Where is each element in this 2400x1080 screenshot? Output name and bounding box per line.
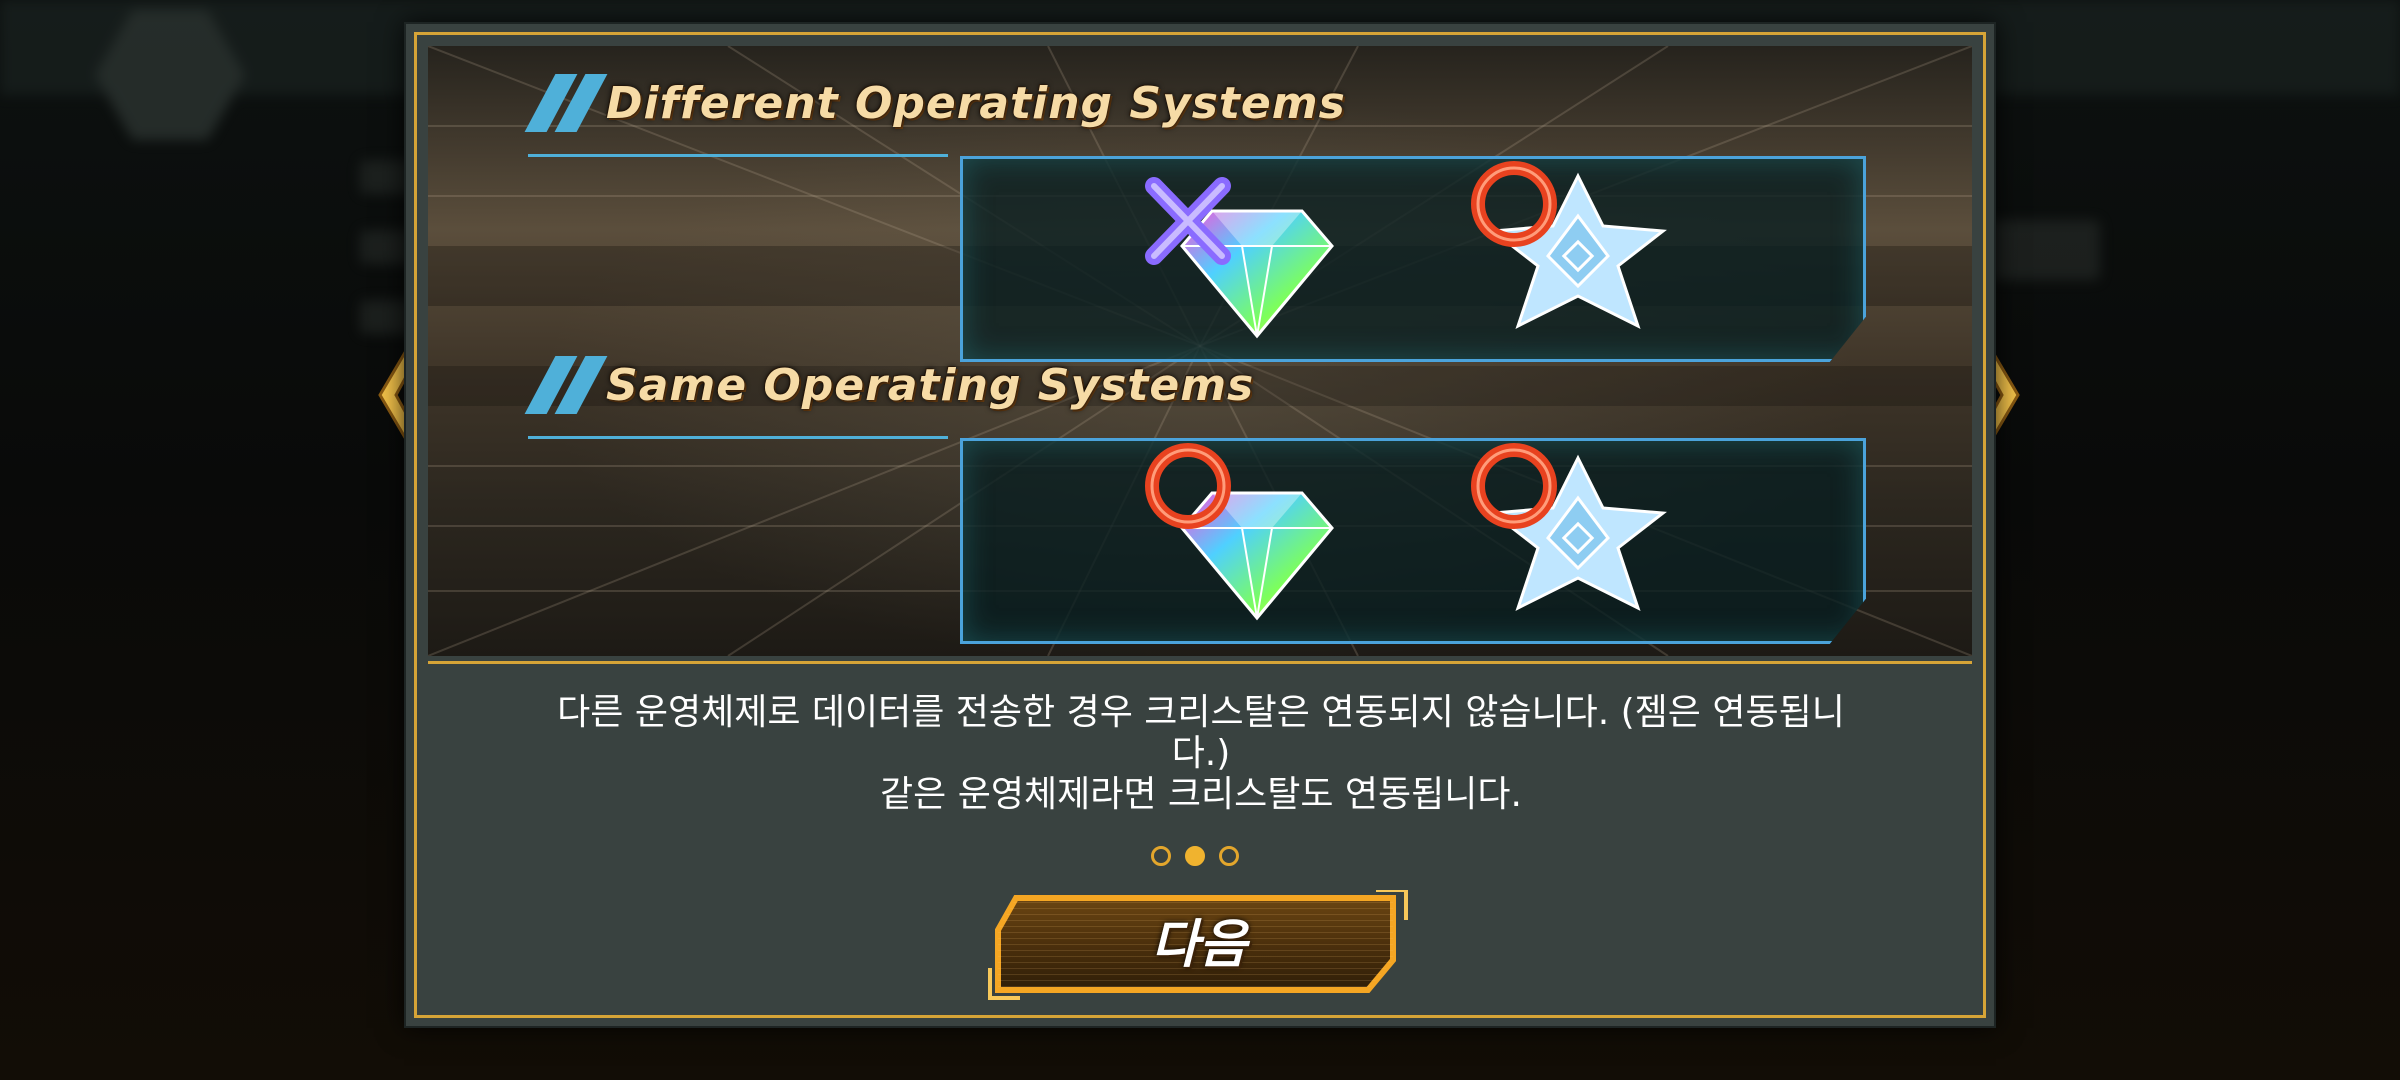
crystal-icon: [1489, 172, 1667, 329]
pagination-dots: [1151, 846, 1239, 866]
gem-item: [1142, 156, 1352, 356]
circle-mark-icon: [1145, 443, 1231, 529]
page-dot-2[interactable]: [1185, 846, 1205, 866]
page-dot-1[interactable]: [1151, 846, 1171, 866]
info-banner: Different Operating Systems Same Operati…: [428, 46, 1972, 656]
section-title: Different Operating Systems: [606, 77, 1346, 129]
message-line: 같은 운영체제라면 크리스탈도 연동됩니다.: [880, 774, 1522, 815]
section-title: Same Operating Systems: [606, 359, 1255, 411]
page-dot-3[interactable]: [1219, 846, 1239, 866]
message-line: 다.): [1171, 733, 1231, 774]
os-panel-same: [960, 438, 1866, 644]
next-button-label: 다음: [1151, 915, 1247, 975]
crystal-item: [1468, 156, 1678, 356]
background-text: [1990, 220, 2100, 280]
os-panel-different: [960, 156, 1866, 362]
banner-divider: [428, 661, 1972, 664]
message-line: 다른 운영체제로 데이터를 전송한 경우 크리스탈은 연동되지 않습니다. (젬…: [557, 692, 1845, 733]
double-slash-icon: [524, 356, 608, 414]
crystal-item: [1468, 438, 1678, 638]
section-header-different-os: Different Operating Systems: [524, 74, 1346, 132]
header-rule: [528, 436, 948, 439]
next-button[interactable]: 다음: [988, 890, 1410, 1000]
crystal-icon: [1489, 454, 1667, 611]
section-header-same-os: Same Operating Systems: [524, 356, 1255, 414]
gem-item: [1142, 438, 1352, 638]
os-data-transfer-dialog: Different Operating Systems Same Operati…: [404, 22, 1996, 1028]
double-slash-icon: [524, 74, 608, 132]
header-rule: [528, 154, 948, 157]
transfer-info-message: 다른 운영체제로 데이터를 전송한 경우 크리스탈은 연동되지 않습니다. (젬…: [466, 692, 1936, 815]
